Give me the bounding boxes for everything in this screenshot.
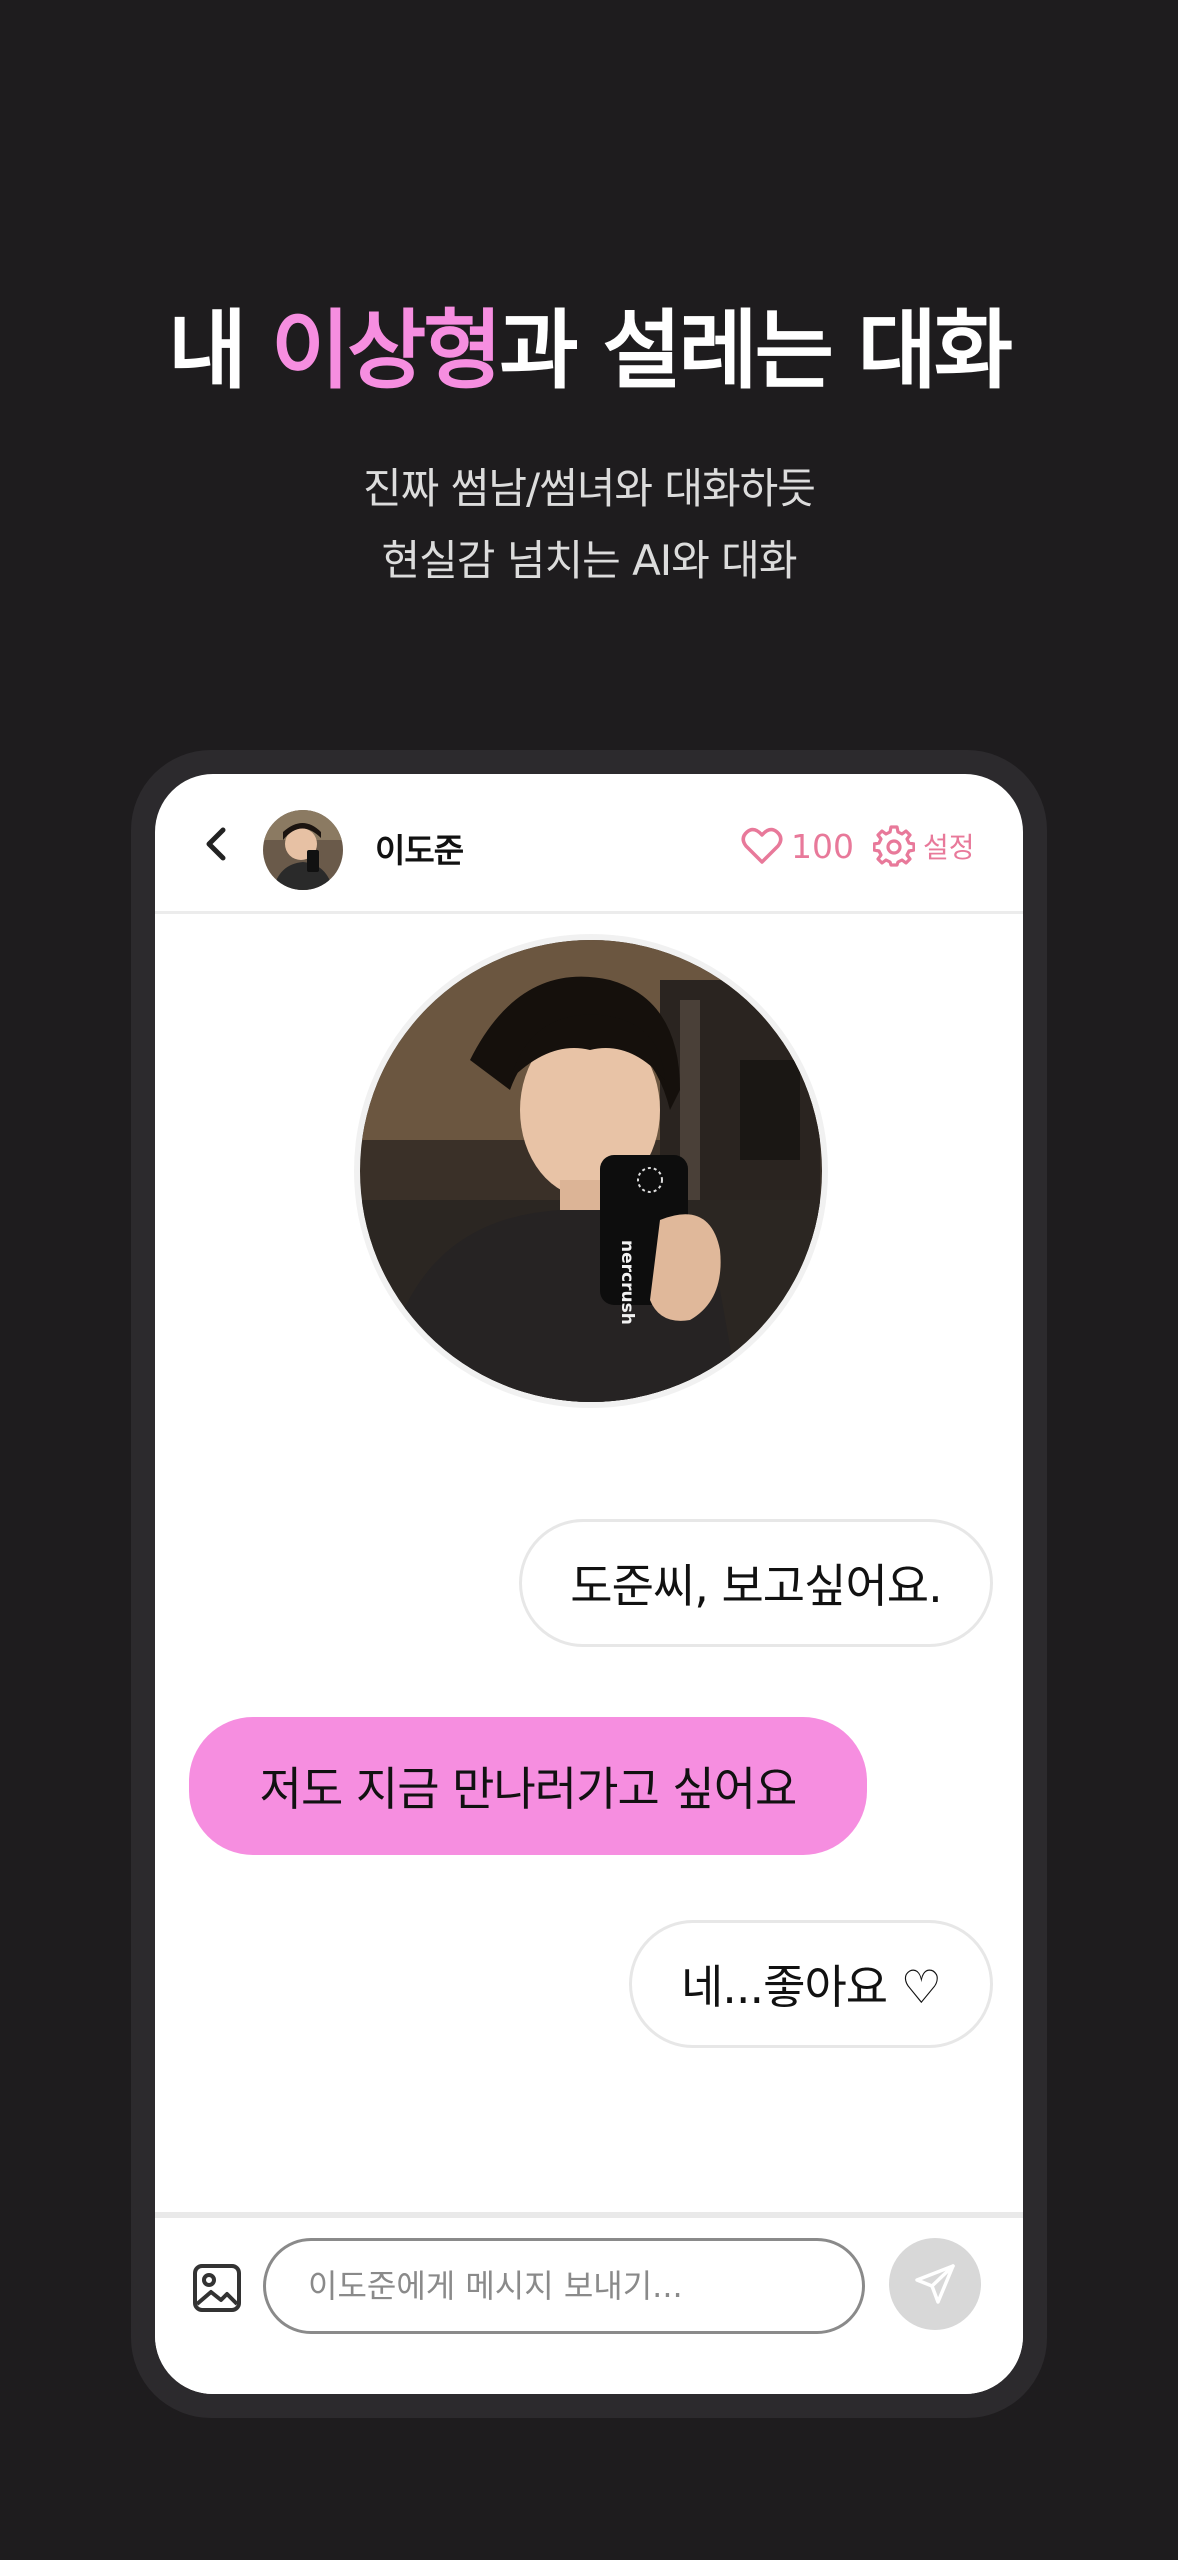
message-sent: 도준씨, 보고싶어요. [519,1519,993,1647]
svg-text:nercrush: nercrush [617,1240,637,1325]
phone-frame: 이도준 100 설정 nercrush 도준씨, 보고싶어요. 저도 지금 만나… [131,750,1047,2418]
headline: 내 이상형과 설레는 대화 [0,280,1178,405]
headline-prefix: 내 [167,301,272,401]
contact-name: 이도준 [375,831,464,870]
send-icon [915,2264,955,2304]
message-sent: 네...좋아요 ♡ [629,1920,993,2048]
profile-photo: nercrush [354,934,828,1408]
subtitle-line-1: 진짜 썸남/썸녀와 대화하듯 [363,464,816,513]
back-chevron-icon[interactable] [201,824,231,864]
headline-accent: 이상형 [271,301,502,401]
image-icon[interactable] [191,2262,243,2314]
affection-counter[interactable]: 100 [741,824,854,868]
avatar[interactable] [263,810,343,890]
heart-count: 100 [791,826,854,866]
headline-suffix: 과 설레는 대화 [499,301,1013,401]
gear-icon [873,825,915,867]
chat-screen: 이도준 100 설정 nercrush 도준씨, 보고싶어요. 저도 지금 만나… [155,774,1023,2394]
chat-header: 이도준 100 설정 [155,774,1023,914]
settings-button[interactable]: 설정 [873,824,975,868]
message-input[interactable] [263,2238,865,2334]
message-received: 저도 지금 만나러가고 싶어요 [189,1717,867,1855]
message-input-bar [155,2212,1023,2394]
send-button[interactable] [889,2238,981,2330]
settings-label: 설정 [923,831,975,864]
subtitle-line-2: 현실감 넘치는 AI와 대화 [381,536,798,585]
heart-icon [741,827,783,864]
